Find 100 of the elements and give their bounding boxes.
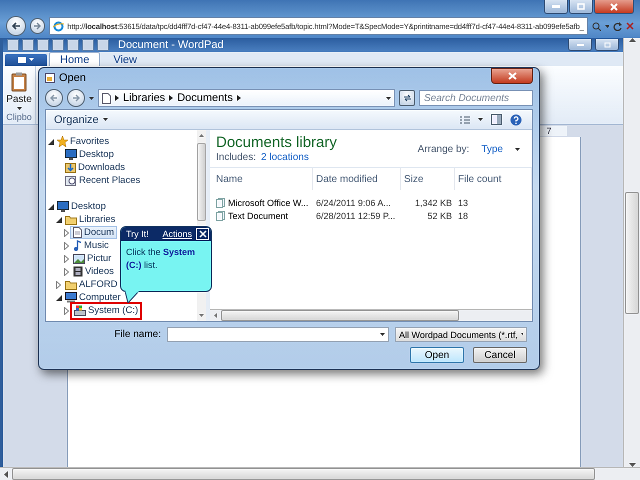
tree-item[interactable]: Docum <box>70 226 118 239</box>
down-arrow-icon[interactable] <box>199 314 204 317</box>
forward-button[interactable] <box>67 89 85 107</box>
ribbon-tab[interactable]: View <box>102 52 148 66</box>
view-list-icon[interactable] <box>460 116 470 124</box>
table-cell-text: 6/28/2011 12:59 P... <box>315 210 396 222</box>
scrollbar-thumb[interactable] <box>625 192 639 314</box>
scrollbar-thumb[interactable] <box>12 468 596 480</box>
dropdown-arrow-icon <box>515 148 520 151</box>
file-name-field[interactable] <box>167 327 389 342</box>
tree-item[interactable]: Favorites <box>54 135 112 148</box>
monitor-icon <box>57 201 69 212</box>
music-note-icon <box>73 240 82 251</box>
dropdown-arrow-icon <box>102 118 108 121</box>
download-folder-icon <box>65 162 76 173</box>
refresh-icon[interactable] <box>613 22 622 30</box>
tree-item[interactable]: Pictur <box>70 252 114 265</box>
tree-item[interactable]: Libraries <box>62 213 118 226</box>
breadcrumb-bar[interactable]: Libraries Documents <box>98 89 395 107</box>
minimize-button[interactable] <box>544 0 568 14</box>
callout-text: Click the System (C:) list. <box>125 246 196 272</box>
tree-item[interactable]: ALFORD <box>62 278 121 291</box>
collapsed-triangle-icon[interactable] <box>64 228 69 236</box>
back-button[interactable] <box>6 16 26 36</box>
column-header[interactable]: Size <box>401 168 455 190</box>
collapsed-triangle-icon[interactable] <box>64 254 69 262</box>
minimize-button[interactable] <box>568 39 592 51</box>
scrollbar-thumb[interactable] <box>197 143 206 221</box>
refresh-button[interactable] <box>399 90 415 106</box>
dropdown-arrow-icon <box>386 96 391 100</box>
left-arrow-icon[interactable] <box>214 313 217 318</box>
close-button[interactable] <box>491 68 533 84</box>
breadcrumb-item[interactable]: Documents <box>177 92 233 104</box>
back-button[interactable] <box>45 89 63 107</box>
actions-link[interactable]: Actions <box>162 229 192 239</box>
maximize-button[interactable] <box>595 39 619 51</box>
tree-item[interactable]: System (C:) <box>70 302 142 320</box>
library-title: Documents library <box>216 134 338 151</box>
vertical-scrollbar[interactable] <box>623 38 640 467</box>
expanded-triangle-icon[interactable] <box>56 294 62 300</box>
breadcrumb-item[interactable]: Libraries <box>123 92 166 104</box>
collapsed-triangle-icon[interactable] <box>64 268 69 276</box>
expanded-triangle-icon[interactable] <box>48 204 54 210</box>
column-header[interactable]: File count <box>455 168 532 190</box>
group-label: Clipbo <box>6 112 32 122</box>
table-cell-text: 1,342 KB <box>414 196 453 209</box>
expanded-triangle-icon[interactable] <box>48 138 54 144</box>
tree-item[interactable]: Downloads <box>62 161 128 174</box>
tree-item[interactable]: Desktop <box>54 200 109 213</box>
app-menu-button[interactable] <box>5 54 47 66</box>
forward-button[interactable] <box>30 18 46 34</box>
computer-icon <box>65 292 77 303</box>
dialog-button[interactable]: Open <box>410 347 464 363</box>
collapsed-triangle-icon[interactable] <box>64 242 69 250</box>
locations-link[interactable]: 2 locations <box>261 152 309 163</box>
close-icon[interactable] <box>626 22 634 30</box>
expanded-triangle-icon[interactable] <box>56 216 62 222</box>
dialog-button[interactable]: Cancel <box>473 347 527 363</box>
dropdown-arrow-icon <box>89 96 94 100</box>
breadcrumb-arrow-icon <box>169 95 174 101</box>
left-arrow-icon <box>10 22 21 30</box>
organize-button[interactable]: Organize <box>54 114 108 126</box>
search-icon[interactable] <box>592 22 601 30</box>
close-icon <box>508 72 516 80</box>
horizontal-scrollbar[interactable] <box>210 309 532 321</box>
tree-item[interactable]: Videos <box>70 265 117 278</box>
dialog-title: Open <box>59 72 87 84</box>
arrange-by-label: Arrange by: <box>418 144 470 155</box>
help-icon[interactable] <box>510 114 522 126</box>
down-arrow-icon[interactable] <box>628 463 636 467</box>
left-arrow-icon <box>50 94 58 102</box>
ribbon-tab[interactable]: Home <box>49 52 100 66</box>
collapsed-triangle-icon[interactable] <box>64 306 69 314</box>
right-arrow-icon <box>33 22 42 30</box>
scrollbar-thumb[interactable] <box>221 310 458 321</box>
dropdown-arrow-icon <box>16 107 22 110</box>
library-icon <box>102 92 111 104</box>
maximize-icon <box>577 3 585 10</box>
close-button[interactable] <box>594 0 634 14</box>
close-icon <box>198 230 206 238</box>
maximize-button[interactable] <box>569 0 593 14</box>
tree-item[interactable]: Recent Places <box>62 174 144 187</box>
arrange-by-dropdown[interactable]: Type <box>481 144 503 155</box>
preview-pane-icon[interactable] <box>491 114 502 125</box>
tree-item[interactable]: Music <box>70 239 112 252</box>
up-arrow-icon[interactable] <box>628 38 636 42</box>
file-type-dropdown[interactable]: All Wordpad Documents (*.rtf, <box>395 327 527 342</box>
search-field[interactable]: Search Documents <box>419 90 533 106</box>
collapsed-triangle-icon[interactable] <box>56 280 61 288</box>
tree-item[interactable]: Desktop <box>62 148 117 161</box>
horizontal-scrollbar[interactable] <box>0 467 640 480</box>
column-header[interactable]: Date modified <box>313 168 401 190</box>
clipboard-icon <box>10 72 27 92</box>
drive-icon <box>74 305 86 316</box>
left-arrow-icon[interactable] <box>4 470 8 478</box>
column-header[interactable]: Name <box>213 168 313 190</box>
tree-item[interactable]: Computer <box>62 291 124 304</box>
paste-button[interactable]: Paste <box>6 72 32 105</box>
up-arrow-icon[interactable] <box>199 134 204 137</box>
swap-arrows-icon <box>402 94 412 102</box>
